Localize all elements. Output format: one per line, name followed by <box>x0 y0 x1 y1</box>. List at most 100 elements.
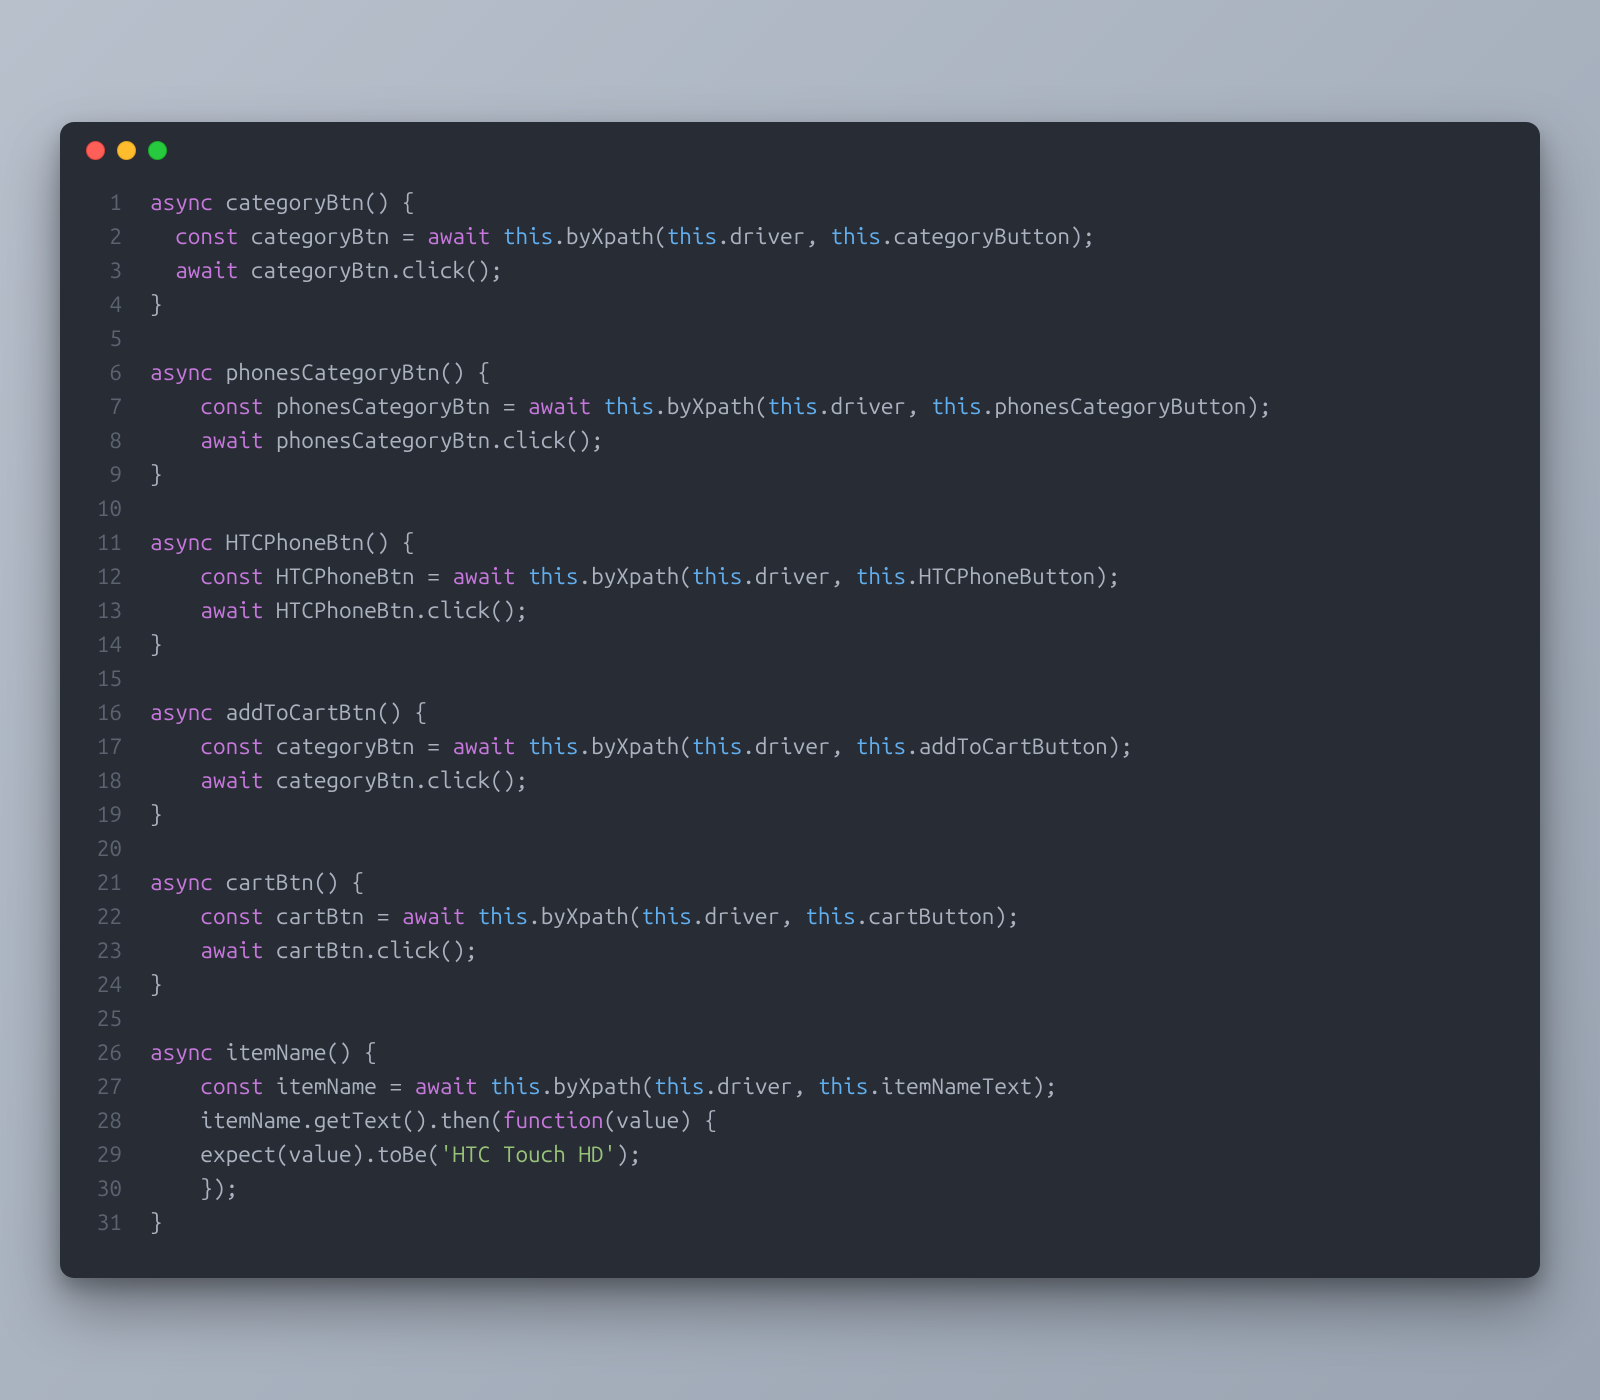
code-content[interactable]: } <box>150 1206 163 1240</box>
token-name: click <box>503 428 566 453</box>
code-content[interactable]: const cartBtn = await this.byXpath(this.… <box>150 900 1020 934</box>
code-line[interactable]: 15 <box>60 662 1540 696</box>
code-content[interactable]: async itemName() { <box>150 1036 377 1070</box>
token-punc: . <box>692 904 705 929</box>
zoom-icon[interactable] <box>148 141 167 160</box>
code-line[interactable]: 11async HTCPhoneBtn() { <box>60 526 1540 560</box>
code-line[interactable]: 8 await phonesCategoryBtn.click(); <box>60 424 1540 458</box>
code-line[interactable]: 3 await categoryBtn.click(); <box>60 254 1540 288</box>
code-line[interactable]: 14} <box>60 628 1540 662</box>
code-line[interactable]: 9} <box>60 458 1540 492</box>
code-line[interactable]: 26async itemName() { <box>60 1036 1540 1070</box>
token-punc <box>150 258 175 283</box>
code-line[interactable]: 18 await categoryBtn.click(); <box>60 764 1540 798</box>
token-name: getText <box>314 1108 402 1133</box>
close-icon[interactable] <box>86 141 105 160</box>
token-punc: () { <box>364 530 414 555</box>
code-line[interactable]: 19} <box>60 798 1540 832</box>
code-line[interactable]: 28 itemName.getText().then(function(valu… <box>60 1104 1540 1138</box>
token-name: byXpath <box>553 1074 641 1099</box>
token-name: byXpath <box>591 564 679 589</box>
code-line[interactable]: 6async phonesCategoryBtn() { <box>60 356 1540 390</box>
code-content[interactable]: await cartBtn.click(); <box>150 934 478 968</box>
code-line[interactable]: 1async categoryBtn() { <box>60 186 1540 220</box>
code-line[interactable]: 10 <box>60 492 1540 526</box>
code-line[interactable]: 24} <box>60 968 1540 1002</box>
code-content[interactable]: await categoryBtn.click(); <box>150 764 528 798</box>
token-punc <box>263 1074 276 1099</box>
token-punc: = <box>415 564 453 589</box>
token-punc: ); <box>1246 394 1271 419</box>
line-number: 19 <box>60 798 150 832</box>
code-content[interactable]: async phonesCategoryBtn() { <box>150 356 490 390</box>
token-punc: } <box>150 462 163 487</box>
code-line[interactable]: 16async addToCartBtn() { <box>60 696 1540 730</box>
token-name: addToCartButton <box>919 734 1108 759</box>
token-name: click <box>402 258 465 283</box>
token-this: this <box>931 394 981 419</box>
code-line[interactable]: 30 }); <box>60 1172 1540 1206</box>
token-punc: = <box>364 904 402 929</box>
token-this: this <box>528 734 578 759</box>
code-line[interactable]: 20 <box>60 832 1540 866</box>
token-punc <box>263 904 276 929</box>
code-editor[interactable]: 1async categoryBtn() {2 const categoryBt… <box>60 178 1540 1248</box>
code-content[interactable]: await categoryBtn.click(); <box>150 254 503 288</box>
code-content[interactable]: }); <box>150 1172 238 1206</box>
token-kw: async <box>150 190 213 215</box>
code-content[interactable]: const phonesCategoryBtn = await this.byX… <box>150 390 1272 424</box>
code-content[interactable]: await phonesCategoryBtn.click(); <box>150 424 604 458</box>
code-content[interactable]: expect(value).toBe('HTC Touch HD'); <box>150 1138 641 1172</box>
code-content[interactable]: const categoryBtn = await this.byXpath(t… <box>150 220 1095 254</box>
token-punc: ); <box>1095 564 1120 589</box>
code-content[interactable]: } <box>150 968 163 1002</box>
code-content[interactable]: async categoryBtn() { <box>150 186 415 220</box>
code-line[interactable]: 17 const categoryBtn = await this.byXpat… <box>60 730 1540 764</box>
token-punc <box>591 394 604 419</box>
code-line[interactable]: 31} <box>60 1206 1540 1240</box>
code-line[interactable]: 22 const cartBtn = await this.byXpath(th… <box>60 900 1540 934</box>
code-content[interactable]: const HTCPhoneBtn = await this.byXpath(t… <box>150 560 1120 594</box>
code-line[interactable]: 13 await HTCPhoneBtn.click(); <box>60 594 1540 628</box>
token-punc <box>150 598 200 623</box>
token-punc <box>263 428 276 453</box>
code-content[interactable]: } <box>150 458 163 492</box>
code-content[interactable]: } <box>150 798 163 832</box>
token-kw: async <box>150 1040 213 1065</box>
code-content[interactable]: async HTCPhoneBtn() { <box>150 526 415 560</box>
code-line[interactable]: 7 const phonesCategoryBtn = await this.b… <box>60 390 1540 424</box>
token-punc: ( <box>642 1074 655 1099</box>
token-punc: ); <box>1032 1074 1057 1099</box>
code-line[interactable]: 21async cartBtn() { <box>60 866 1540 900</box>
line-number: 14 <box>60 628 150 662</box>
token-kw: await <box>200 428 263 453</box>
code-line[interactable]: 4} <box>60 288 1540 322</box>
token-punc <box>478 1074 491 1099</box>
code-content[interactable]: async cartBtn() { <box>150 866 364 900</box>
token-punc <box>213 530 226 555</box>
code-content[interactable]: async addToCartBtn() { <box>150 696 427 730</box>
code-content[interactable]: } <box>150 628 163 662</box>
token-punc: () { <box>364 190 414 215</box>
code-line[interactable]: 5 <box>60 322 1540 356</box>
minimize-icon[interactable] <box>117 141 136 160</box>
token-punc: . <box>301 1108 314 1133</box>
line-number: 13 <box>60 594 150 628</box>
code-line[interactable]: 12 const HTCPhoneBtn = await this.byXpat… <box>60 560 1540 594</box>
code-content[interactable]: await HTCPhoneBtn.click(); <box>150 594 528 628</box>
code-line[interactable]: 25 <box>60 1002 1540 1036</box>
token-this: this <box>818 1074 868 1099</box>
token-punc: . <box>742 564 755 589</box>
code-content[interactable]: const categoryBtn = await this.byXpath(t… <box>150 730 1133 764</box>
code-line[interactable]: 2 const categoryBtn = await this.byXpath… <box>60 220 1540 254</box>
code-content[interactable]: const itemName = await this.byXpath(this… <box>150 1070 1057 1104</box>
token-punc: (); <box>566 428 604 453</box>
code-line[interactable]: 23 await cartBtn.click(); <box>60 934 1540 968</box>
code-line[interactable]: 27 const itemName = await this.byXpath(t… <box>60 1070 1540 1104</box>
token-punc: ); <box>994 904 1019 929</box>
code-content[interactable]: itemName.getText().then(function(value) … <box>150 1104 717 1138</box>
token-punc: (); <box>440 938 478 963</box>
code-line[interactable]: 29 expect(value).toBe('HTC Touch HD'); <box>60 1138 1540 1172</box>
code-content[interactable]: } <box>150 288 163 322</box>
token-punc: . <box>415 768 428 793</box>
